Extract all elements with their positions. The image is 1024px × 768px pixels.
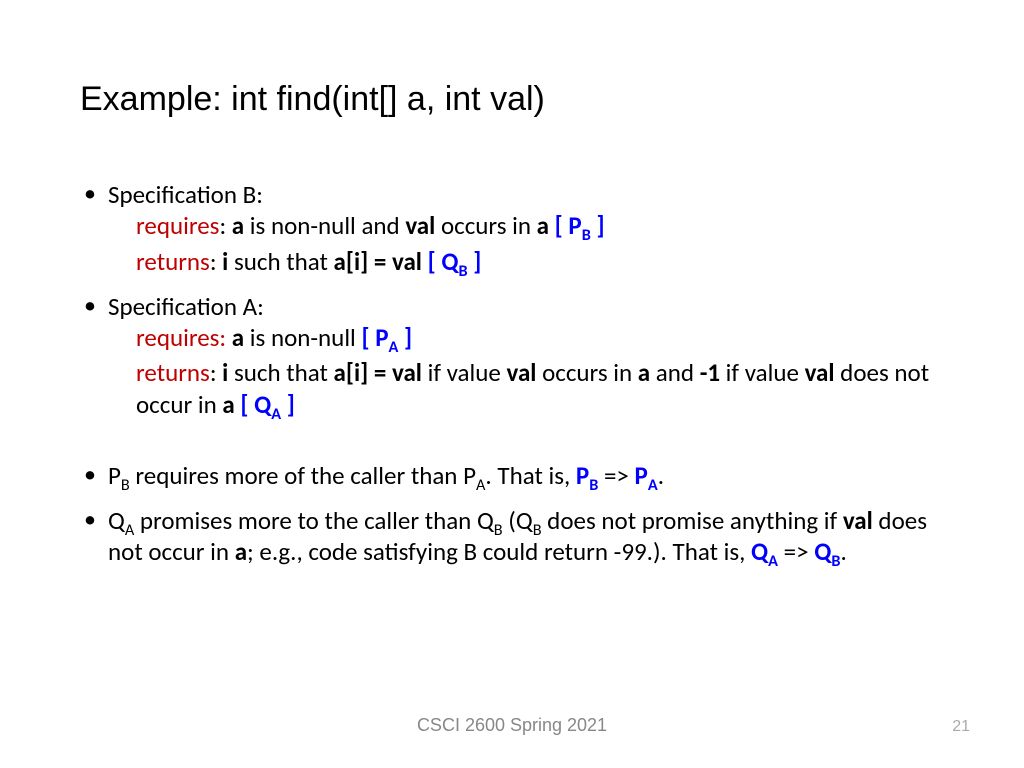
slide-body: Specification B: requires: a is non-null…	[80, 179, 944, 568]
spec-b-returns: returns: i such that a[i] = val [ QB ]	[108, 246, 944, 277]
claim-pb-pa: PB requires more of the caller than PA. …	[80, 460, 944, 491]
footer-course: CSCI 2600 Spring 2021	[0, 715, 1024, 736]
spec-a-item: Specification A: requires: a is non-null…	[80, 291, 944, 420]
slide-title: Example: int find(int[] a, int val)	[80, 80, 944, 119]
claim-qa-qb: QA promises more to the caller than QB (…	[80, 505, 944, 568]
spec-b-item: Specification B: requires: a is non-null…	[80, 179, 944, 277]
spec-a-requires: requires: a is non-null [ PA ]	[108, 322, 944, 353]
spec-a-returns: returns: i such that a[i] = val if value…	[108, 357, 944, 420]
spec-b-heading: Specification B:	[108, 179, 944, 210]
page-number: 21	[952, 718, 970, 736]
slide: Example: int find(int[] a, int val) Spec…	[0, 0, 1024, 768]
spec-b-requires: requires: a is non-null and val occurs i…	[108, 210, 944, 241]
spec-a-heading: Specification A:	[108, 291, 944, 322]
